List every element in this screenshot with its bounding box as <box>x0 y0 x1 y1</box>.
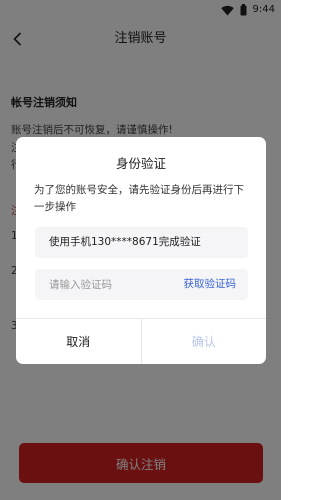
phone-verify-option: 使用手机130****8671完成验证 <box>35 227 248 258</box>
identity-verify-dialog: 身份验证 为了您的账号安全，请先验证身份后再进行下一步操作 使用手机130***… <box>16 137 266 364</box>
get-code-button[interactable]: 获取验证码 <box>184 269 237 300</box>
verification-code-input[interactable] <box>49 269 169 300</box>
dialog-title: 身份验证 <box>115 156 166 171</box>
cancel-button[interactable]: 取消 <box>16 319 142 364</box>
code-field-container: 获取验证码 <box>35 269 248 300</box>
screen: 9:44 注销账号 帐号注销须知 账号注销后不可恢复，请谨慎操作! 注 行 注 … <box>0 0 281 500</box>
dialog-actions: 取消 确认 <box>16 318 266 364</box>
confirm-button[interactable]: 确认 <box>142 319 267 364</box>
dialog-message: 为了您的账号安全，请先验证身份后再进行下一步操作 <box>34 184 244 213</box>
